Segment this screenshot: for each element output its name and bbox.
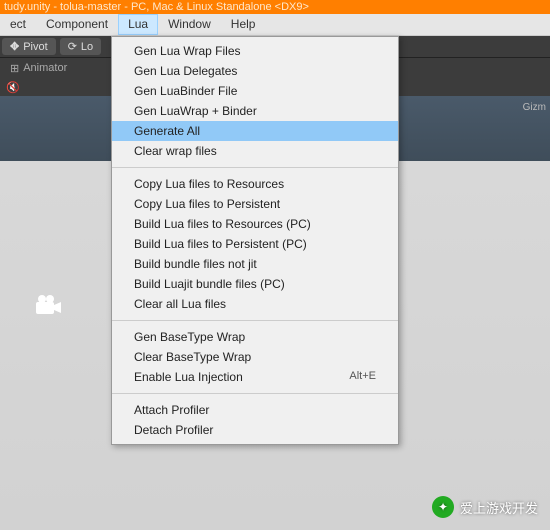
menu-item[interactable]: Build Lua files to Persistent (PC) [112, 234, 398, 254]
menu-item[interactable]: Build Luajit bundle files (PC) [112, 274, 398, 294]
wechat-icon: ✦ [432, 496, 454, 518]
menu-item[interactable]: Generate All [112, 121, 398, 141]
menu-separator [112, 393, 398, 394]
menu-item[interactable]: Build Lua files to Resources (PC) [112, 214, 398, 234]
menu-item-label: Clear BaseType Wrap [134, 350, 251, 364]
menu-item-label: Gen LuaBinder File [134, 84, 237, 98]
menu-item[interactable]: Clear BaseType Wrap [112, 347, 398, 367]
menu-item-label: Build Lua files to Resources (PC) [134, 217, 311, 231]
menu-item[interactable]: Copy Lua files to Resources [112, 174, 398, 194]
camera-icon [34, 294, 62, 316]
menu-item-label: Build bundle files not jit [134, 257, 257, 271]
menu-item[interactable]: Gen Lua Wrap Files [112, 41, 398, 61]
animator-label: Animator [23, 62, 67, 74]
menu-item[interactable]: Attach Profiler [112, 400, 398, 420]
window-titlebar: tudy.unity - tolua-master - PC, Mac & Li… [0, 0, 550, 14]
menu-item[interactable]: Gen BaseType Wrap [112, 327, 398, 347]
menu-item-label: Detach Profiler [134, 423, 213, 437]
menu-separator [112, 320, 398, 321]
menu-item-label: Generate All [134, 124, 200, 138]
menu-item-label: Attach Profiler [134, 403, 209, 417]
menu-item[interactable]: Enable Lua Injection Alt+E [112, 367, 398, 387]
menu-item-label: Copy Lua files to Resources [134, 177, 284, 191]
rotate-icon: ⟳ [68, 40, 77, 53]
menu-item[interactable]: Build bundle files not jit [112, 254, 398, 274]
menu-separator [112, 167, 398, 168]
pivot-button[interactable]: ✥ Pivot [2, 38, 56, 55]
menu-item[interactable]: Gen LuaBinder File [112, 81, 398, 101]
gizmo-label: Gizm [523, 102, 546, 113]
menu-item-label: Copy Lua files to Persistent [134, 197, 280, 211]
menu-item-label: Build Luajit bundle files (PC) [134, 277, 285, 291]
menu-item[interactable]: Gen LuaWrap + Binder [112, 101, 398, 121]
menu-item[interactable]: Gen Lua Delegates [112, 61, 398, 81]
menu-item-label: Gen Lua Wrap Files [134, 44, 241, 58]
title-text: tudy.unity - tolua-master - PC, Mac & Li… [4, 1, 309, 13]
menu-item-label: Build Lua files to Persistent (PC) [134, 237, 307, 251]
menu-item[interactable]: Clear wrap files [112, 141, 398, 161]
pivot-icon: ✥ [10, 40, 19, 53]
menu-item[interactable]: Clear all Lua files [112, 294, 398, 314]
menu-item-shortcut: Alt+E [349, 370, 376, 384]
menu-window[interactable]: Window [158, 14, 221, 35]
menu-item-label: Gen Lua Delegates [134, 64, 237, 78]
animator-icon: ⊞ [10, 62, 19, 75]
lua-menu-dropdown: Gen Lua Wrap Files Gen Lua Delegates Gen L… [111, 36, 399, 445]
menu-item-label: Clear all Lua files [134, 297, 226, 311]
local-button[interactable]: ⟳ Lo [60, 38, 101, 55]
menu-item-label: Clear wrap files [134, 144, 217, 158]
watermark-text: 爱上游戏开发 [460, 498, 538, 517]
menu-component[interactable]: Component [36, 14, 118, 35]
menu-item-label: Gen LuaWrap + Binder [134, 104, 257, 118]
menu-item[interactable]: Copy Lua files to Persistent [112, 194, 398, 214]
watermark: ✦ 爱上游戏开发 [432, 496, 538, 518]
menu-item-label: Enable Lua Injection [134, 370, 243, 384]
menu-help[interactable]: Help [221, 14, 266, 35]
pivot-label: Pivot [23, 41, 47, 53]
audio-icon: 🔇 [6, 81, 20, 94]
menubar: ectComponentLuaWindowHelp [0, 14, 550, 36]
animator-tab[interactable]: ⊞ Animator [10, 62, 67, 75]
menu-ect[interactable]: ect [0, 14, 36, 35]
menu-item-label: Gen BaseType Wrap [134, 330, 245, 344]
local-label: Lo [81, 41, 93, 53]
menu-item[interactable]: Detach Profiler [112, 420, 398, 440]
menu-lua[interactable]: Lua [118, 14, 158, 35]
